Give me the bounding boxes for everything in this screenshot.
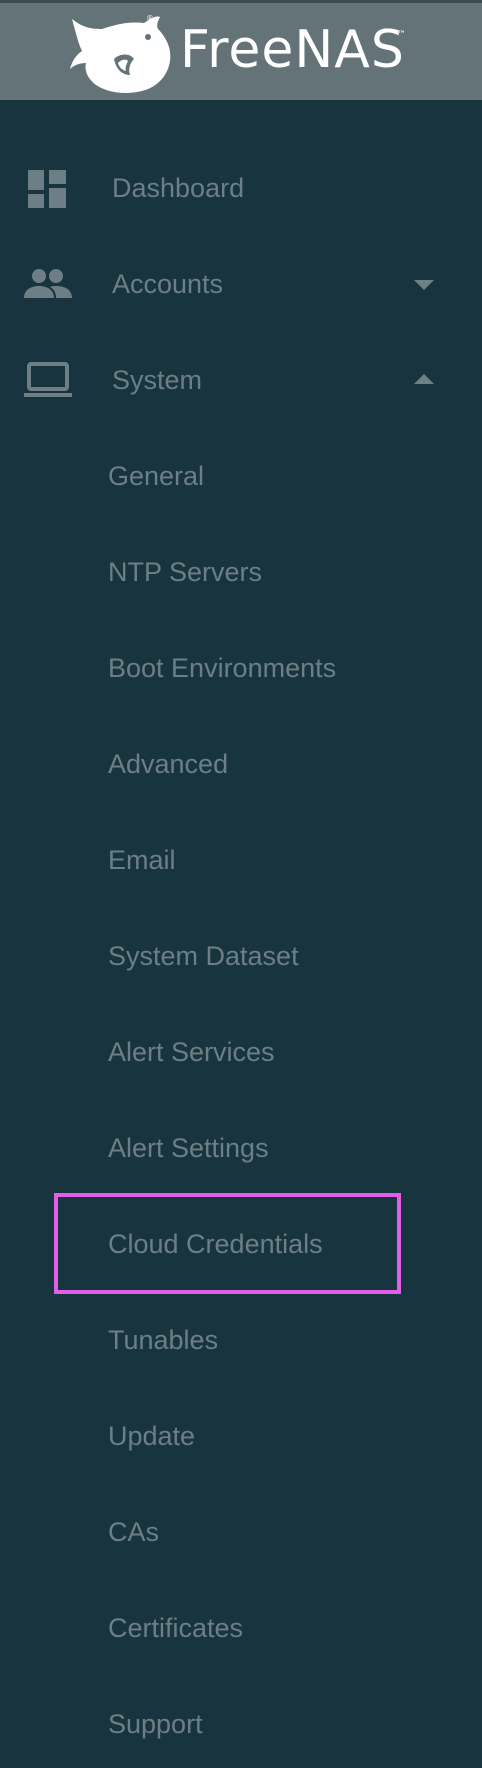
submenu-item-advanced[interactable]: Advanced	[0, 716, 482, 812]
laptop-icon	[24, 362, 72, 397]
freenas-shark-logo-icon	[70, 16, 171, 94]
nav-item-accounts[interactable]: Accounts	[0, 236, 482, 332]
submenu-label: Cloud Credentials	[108, 1229, 323, 1259]
submenu-item-ntp-servers[interactable]: NTP Servers	[0, 524, 482, 620]
submenu-label: Alert Settings	[108, 1133, 269, 1163]
submenu-label: Tunables	[108, 1325, 219, 1355]
submenu-label: Support	[108, 1709, 203, 1739]
submenu-item-system-dataset[interactable]: System Dataset	[0, 908, 482, 1004]
submenu-item-support[interactable]: Support	[0, 1676, 482, 1768]
chevron-up-icon[interactable]	[412, 372, 436, 386]
registered-mark: ®	[146, 14, 154, 23]
nav-item-system[interactable]: System	[0, 332, 482, 428]
submenu-label: Advanced	[108, 749, 229, 779]
brand-name: FreeNAS	[180, 20, 405, 80]
submenu-item-tunables[interactable]: Tunables	[0, 1292, 482, 1388]
submenu-label: Alert Services	[108, 1037, 275, 1067]
submenu-item-cas[interactable]: CAs	[0, 1484, 482, 1580]
trademark-mark: ™	[397, 30, 406, 40]
dashboard-icon	[28, 170, 66, 208]
chevron-down-icon[interactable]	[412, 278, 436, 292]
submenu-label: General	[108, 461, 205, 491]
submenu-item-general[interactable]: General	[0, 428, 482, 524]
submenu-label: System Dataset	[108, 941, 299, 971]
sidebar: ® FreeNAS ™ Dashboard Accounts System Ge…	[0, 0, 482, 1768]
submenu-item-boot-environments[interactable]: Boot Environments	[0, 620, 482, 716]
people-icon	[24, 269, 72, 298]
submenu-label: Certificates	[108, 1613, 244, 1643]
submenu-item-alert-services[interactable]: Alert Services	[0, 1004, 482, 1100]
submenu-label: Email	[108, 845, 176, 875]
submenu-item-email[interactable]: Email	[0, 812, 482, 908]
nav-label-accounts: Accounts	[112, 269, 224, 299]
submenu-item-certificates[interactable]: Certificates	[0, 1580, 482, 1676]
nav-label-system: System	[112, 365, 203, 395]
nav-label-dashboard: Dashboard	[112, 173, 245, 203]
submenu-label: Update	[108, 1421, 196, 1451]
submenu-item-cloud-credentials[interactable]: Cloud Credentials	[0, 1196, 482, 1292]
submenu-item-update[interactable]: Update	[0, 1388, 482, 1484]
submenu-item-alert-settings[interactable]: Alert Settings	[0, 1100, 482, 1196]
submenu-label: CAs	[108, 1517, 160, 1547]
submenu-label: NTP Servers	[108, 557, 263, 587]
nav-item-dashboard[interactable]: Dashboard	[0, 140, 482, 236]
brand-header[interactable]: ® FreeNAS ™	[0, 0, 482, 100]
submenu-label: Boot Environments	[108, 653, 337, 683]
